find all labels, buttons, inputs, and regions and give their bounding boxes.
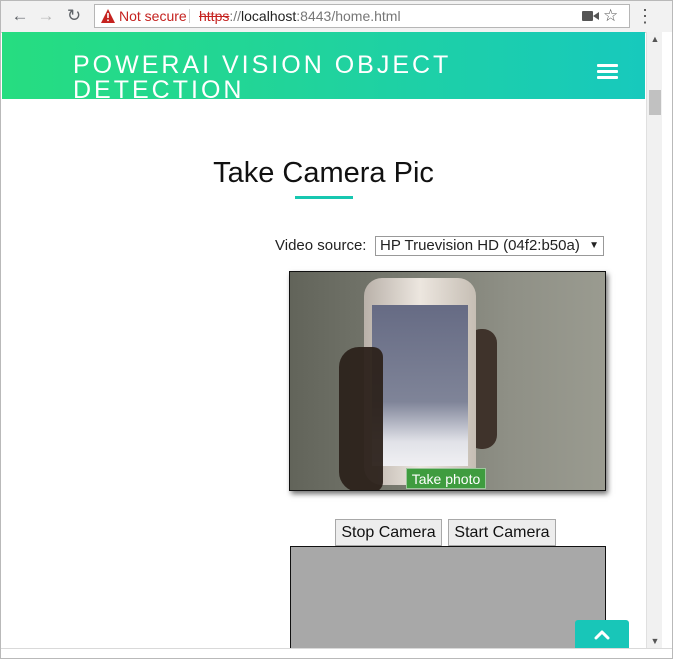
bottom-window-edge [1,648,672,658]
scroll-down-icon[interactable]: ▼ [647,634,663,648]
address-separator [189,9,190,23]
forward-icon[interactable]: → [35,5,57,27]
site-header: POWERAI VISION OBJECT DETECTION [2,32,645,99]
camera-icon[interactable] [582,10,599,22]
video-source-select[interactable]: HP Truevision HD (04f2:b50a) ▼ [375,236,604,256]
address-bar[interactable]: Not secure https://localhost:8443/home.h… [94,4,630,28]
camera-preview: Take photo [289,271,606,491]
menu-icon[interactable]: ⋮ [636,5,654,27]
site-title: POWERAI VISION OBJECT DETECTION [73,51,451,100]
back-icon[interactable]: ← [9,5,31,27]
start-camera-button[interactable]: Start Camera [448,519,556,546]
hamburger-menu-icon[interactable] [597,64,620,80]
title-underline [295,196,353,199]
video-source-value: HP Truevision HD (04f2:b50a) [380,237,580,254]
url-text[interactable]: https://localhost:8443/home.html [199,5,401,27]
url-host: localhost [241,8,297,24]
warning-icon [101,9,115,23]
back-to-top-button[interactable] [575,620,629,648]
page-title: Take Camera Pic [213,157,434,189]
url-separator: :// [229,8,242,24]
page-viewport: POWERAI VISION OBJECT DETECTION Take Cam… [2,32,645,648]
scroll-thumb[interactable] [649,90,661,115]
captured-photo-area [290,546,606,648]
reload-icon[interactable]: ↻ [63,5,85,27]
vertical-scrollbar[interactable]: ▲ ▼ [646,32,663,648]
dropdown-arrow-icon: ▼ [589,240,599,251]
url-scheme: https [199,8,230,24]
scroll-up-icon[interactable]: ▲ [647,32,663,46]
phone-screen [372,305,468,466]
hand-in-camera [339,347,383,490]
star-icon[interactable]: ☆ [603,5,618,27]
chevron-up-icon [594,630,610,640]
stop-camera-button[interactable]: Stop Camera [335,519,442,546]
browser-window: ← → ↻ Not secure https://localhost:8443/… [0,0,673,659]
video-source-label: Video source: [275,237,367,254]
take-photo-button[interactable]: Take photo [406,468,486,489]
window-edge [662,32,672,648]
security-status[interactable]: Not secure [119,5,187,27]
url-path: :8443/home.html [296,8,401,24]
browser-toolbar: ← → ↻ Not secure https://localhost:8443/… [1,1,672,33]
